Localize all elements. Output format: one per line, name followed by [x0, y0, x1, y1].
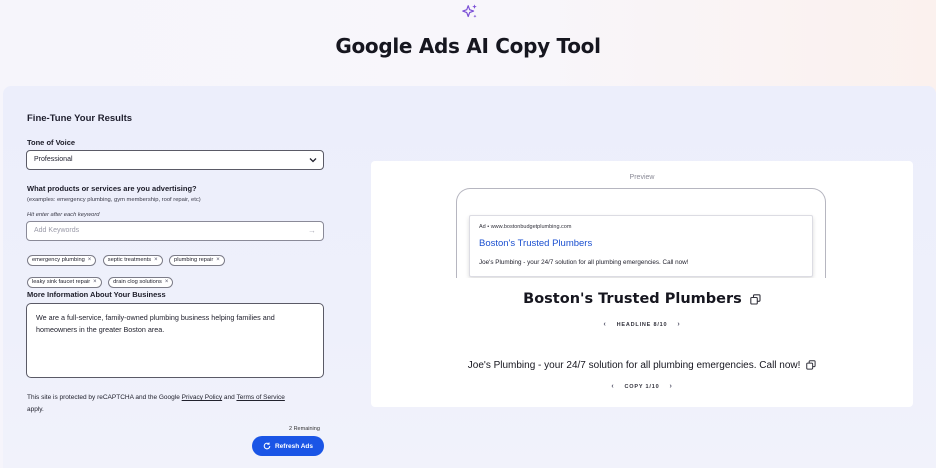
page-title: Google Ads AI Copy Tool [335, 34, 601, 58]
preview-label: Preview [629, 174, 655, 181]
keyword-tag-label: drain clog solutions [113, 279, 162, 285]
copy-counter: COPY 1/10 [624, 383, 660, 390]
keyword-tag: leaky sink faucet repair × [27, 277, 102, 288]
recaptcha-notice: This site is protected by reCAPTCHA and … [27, 392, 332, 415]
legal-suffix: apply. [27, 405, 44, 413]
products-label: What products or services are you advert… [27, 184, 197, 193]
terms-of-service-link[interactable]: Terms of Service [236, 394, 284, 401]
close-icon[interactable]: × [216, 257, 220, 263]
sparkle-icon [462, 4, 477, 18]
business-label: More Information About Your Business [27, 290, 166, 299]
keyword-tag: drain clog solutions × [108, 277, 174, 288]
headline-counter: HEADLINE 8/10 [616, 321, 668, 328]
keyword-tag-label: leaky sink faucet repair [32, 279, 91, 285]
chevron-right-icon[interactable]: › [669, 383, 672, 390]
description-text: Joe's Plumbing - your 24/7 solution for … [467, 360, 801, 371]
products-examples: (examples: emergency plumbing, gym membe… [27, 197, 201, 203]
tone-label: Tone of Voice [27, 138, 76, 147]
chevron-left-icon[interactable]: ‹ [611, 383, 614, 390]
business-textarea[interactable]: We are a full-service, family-owned plum… [26, 303, 324, 378]
arrow-right-icon[interactable]: → [308, 226, 316, 235]
close-icon[interactable]: × [93, 279, 97, 285]
refresh-ads-button[interactable]: Refresh Ads [252, 436, 324, 456]
legal-and: and [222, 394, 237, 401]
keywords-input[interactable]: Add Keywords → [26, 221, 324, 241]
close-icon[interactable]: × [165, 279, 169, 285]
privacy-policy-link[interactable]: Privacy Policy [182, 394, 222, 401]
chevron-left-icon[interactable]: ‹ [603, 321, 606, 328]
chevron-right-icon[interactable]: › [677, 321, 680, 328]
keyword-tag: emergency plumbing × [27, 255, 97, 266]
phone-mockup: Ad • www.bostonbudgetplumbing.com Boston… [456, 188, 826, 278]
copy-icon[interactable] [750, 293, 761, 305]
copy-nav: ‹ COPY 1/10 › [371, 383, 913, 390]
close-icon[interactable]: × [154, 257, 158, 263]
headline-nav: ‹ HEADLINE 8/10 › [371, 321, 913, 328]
refresh-icon [263, 442, 271, 450]
keyword-tag: septic treatments × [102, 255, 163, 266]
keywords-placeholder: Add Keywords [34, 227, 80, 234]
preview-card: Preview Ad • www.bostonbudgetplumbing.co… [371, 161, 913, 407]
headline-text: Boston's Trusted Plumbers [523, 291, 742, 307]
close-icon[interactable]: × [88, 257, 92, 263]
remaining-count: 2 Remaining [289, 426, 320, 432]
ad-headline[interactable]: Boston's Trusted Plumbers [479, 238, 592, 249]
section-title: Fine-Tune Your Results [27, 113, 133, 124]
keywords-hint: Hit enter after each keyword [27, 212, 100, 218]
tone-selected-value: Professional [34, 156, 73, 163]
ad-preview: Ad • www.bostonbudgetplumbing.com Boston… [469, 215, 813, 277]
legal-prefix: This site is protected by reCAPTCHA and … [27, 394, 182, 401]
keyword-tag-label: septic treatments [107, 257, 152, 263]
tone-select[interactable]: Professional [26, 150, 324, 170]
keyword-tag-label: emergency plumbing [32, 257, 85, 263]
main-panel: Fine-Tune Your Results Tone of Voice Pro… [3, 86, 936, 468]
keyword-tags: emergency plumbing × septic treatments × p… [27, 248, 327, 292]
chevron-down-icon [309, 158, 317, 163]
copy-icon[interactable] [806, 360, 816, 370]
keyword-tag: plumbing repair × [169, 255, 225, 266]
refresh-ads-label: Refresh Ads [274, 442, 314, 450]
ad-url: Ad • www.bostonbudgetplumbing.com [479, 224, 572, 230]
ad-description: Joe's Plumbing - your 24/7 solution for … [479, 259, 689, 266]
description-display: Joe's Plumbing - your 24/7 solution for … [371, 360, 913, 371]
headline-display: Boston's Trusted Plumbers [371, 291, 913, 307]
keyword-tag-label: plumbing repair [174, 257, 214, 263]
